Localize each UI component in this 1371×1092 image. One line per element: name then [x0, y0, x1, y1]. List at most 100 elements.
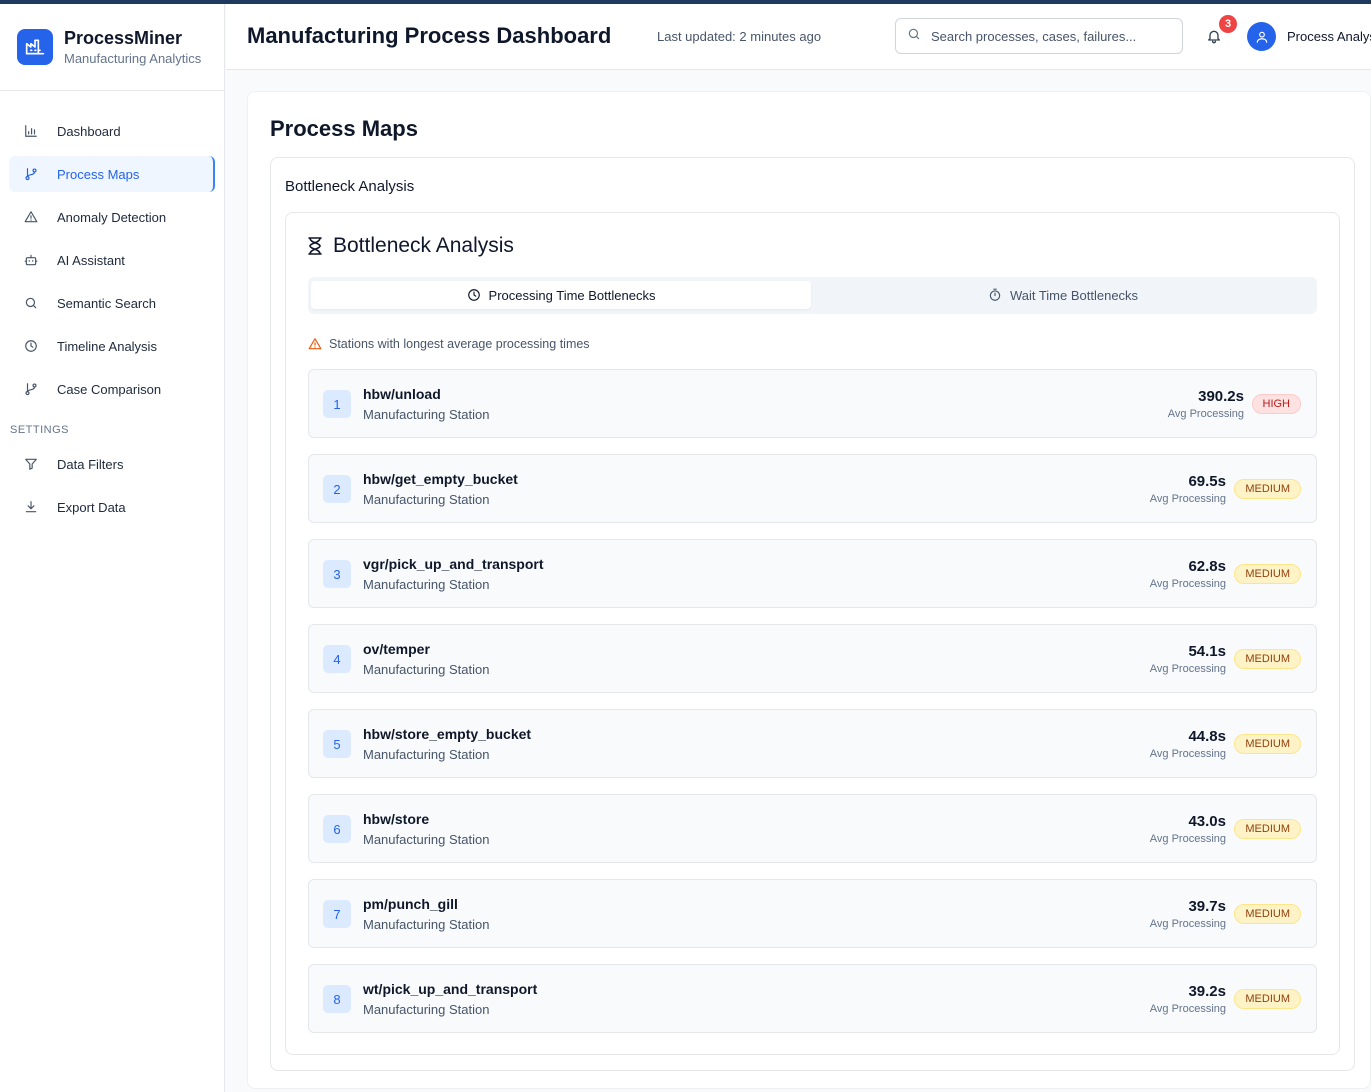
metric-value: 43.0s: [1188, 813, 1226, 830]
card-title: Bottleneck Analysis: [285, 178, 415, 195]
severity-badge: MEDIUM: [1234, 904, 1301, 924]
metric: 62.8s Avg Processing: [1150, 557, 1226, 591]
tab-wait-time[interactable]: Wait Time Bottlenecks: [813, 281, 1313, 309]
sidebar-item-timeline-analysis[interactable]: Timeline Analysis: [9, 328, 215, 364]
sidebar-item-case-comparison[interactable]: Case Comparison: [9, 371, 215, 407]
list-item[interactable]: 8 wt/pick_up_and_transport Manufacturing…: [308, 964, 1317, 1033]
metric-value: 39.2s: [1188, 983, 1226, 1000]
sidebar-item-ai-assistant[interactable]: AI Assistant: [9, 242, 215, 278]
sidebar-item-label: Case Comparison: [57, 381, 162, 397]
sidebar-item-label: Anomaly Detection: [57, 209, 167, 225]
metric-label: Avg Processing: [1149, 578, 1226, 590]
station-type: Manufacturing Station: [363, 747, 490, 762]
sidebar-item-label: Data Filters: [57, 456, 124, 472]
hint-text: Stations with longest average processing…: [329, 337, 590, 351]
station-type: Manufacturing Station: [363, 492, 490, 507]
sidebar-nav: Dashboard Process Maps Anomaly Detection…: [0, 91, 224, 525]
bottleneck-card: Bottleneck Analysis Bottleneck Analysis …: [270, 157, 1355, 1071]
severity-badge: MEDIUM: [1234, 819, 1301, 839]
factory-icon: [17, 29, 53, 65]
sidebar-item-process-maps[interactable]: Process Maps: [9, 156, 215, 192]
sidebar-item-semantic-search[interactable]: Semantic Search: [9, 285, 215, 321]
metric: 54.1s Avg Processing: [1150, 642, 1226, 676]
rank-badge: 3: [323, 560, 351, 588]
search-input[interactable]: [931, 28, 1171, 44]
metric: 39.2s Avg Processing: [1150, 982, 1226, 1016]
severity-badge: MEDIUM: [1234, 734, 1301, 754]
station-type: Manufacturing Station: [363, 662, 490, 677]
brand[interactable]: ProcessMiner Manufacturing Analytics: [0, 4, 224, 91]
tab-label: Processing Time Bottlenecks: [488, 287, 656, 303]
rank-badge: 7: [323, 900, 351, 928]
search-icon: [907, 27, 921, 46]
metric-value: 390.2s: [1198, 388, 1244, 405]
list-item[interactable]: 4 ov/temper Manufacturing Station 54.1s …: [308, 624, 1317, 693]
top-header: Manufacturing Process Dashboard Last upd…: [226, 4, 1371, 70]
station-type: Manufacturing Station: [363, 577, 490, 592]
sidebar-item-data-filters[interactable]: Data Filters: [9, 446, 215, 482]
rank-badge: 4: [323, 645, 351, 673]
metric-value: 39.7s: [1188, 898, 1226, 915]
rank-badge: 2: [323, 475, 351, 503]
search-icon: [23, 295, 39, 311]
bar-chart-icon: [23, 123, 39, 139]
git-branch-icon: [23, 381, 39, 397]
panel-title: Bottleneck Analysis: [333, 234, 514, 257]
sidebar-item-dashboard[interactable]: Dashboard: [9, 113, 215, 149]
station-type: Manufacturing Station: [363, 917, 490, 932]
user-name[interactable]: Process Analyst: [1287, 29, 1371, 44]
station-type: Manufacturing Station: [363, 1002, 490, 1017]
hourglass-icon: [308, 237, 324, 255]
notification-badge: 3: [1219, 15, 1237, 33]
search-box[interactable]: [895, 18, 1183, 54]
warning-triangle-icon: [308, 337, 322, 351]
timer-icon: [988, 288, 1002, 302]
download-icon: [23, 499, 39, 515]
station-type: Manufacturing Station: [363, 407, 490, 422]
rank-badge: 1: [323, 390, 351, 418]
station-name: pm/punch_gill: [363, 896, 458, 912]
severity-badge: MEDIUM: [1234, 479, 1301, 499]
sidebar-item-export-data[interactable]: Export Data: [9, 489, 215, 525]
clock-icon: [23, 338, 39, 354]
sidebar-item-anomaly-detection[interactable]: Anomaly Detection: [9, 199, 215, 235]
station-name: hbw/store: [363, 811, 430, 827]
section-title: Process Maps: [270, 116, 418, 141]
list-item[interactable]: 2 hbw/get_empty_bucket Manufacturing Sta…: [308, 454, 1317, 523]
list-item[interactable]: 7 pm/punch_gill Manufacturing Station 39…: [308, 879, 1317, 948]
tab-label: Wait Time Bottlenecks: [1009, 287, 1139, 303]
app-name: ProcessMiner: [64, 27, 183, 48]
list-item[interactable]: 6 hbw/store Manufacturing Station 43.0s …: [308, 794, 1317, 863]
tab-processing-time[interactable]: Processing Time Bottlenecks: [311, 281, 811, 309]
app-subtitle: Manufacturing Analytics: [64, 50, 202, 66]
panel-title-row: Bottleneck Analysis: [308, 234, 514, 258]
settings-heading: SETTINGS: [10, 424, 70, 436]
metric-value: 44.8s: [1188, 728, 1226, 745]
bottleneck-panel: Bottleneck Analysis Processing Time Bott…: [285, 212, 1340, 1055]
main-panel: Process Maps Bottleneck Analysis Bottlen…: [247, 91, 1371, 1089]
filter-icon: [23, 456, 39, 472]
metric-value: 62.8s: [1188, 558, 1226, 575]
sidebar-item-label: Semantic Search: [57, 295, 156, 311]
metric: 44.8s Avg Processing: [1150, 727, 1226, 761]
station-type: Manufacturing Station: [363, 832, 490, 847]
metric-label: Avg Processing: [1149, 663, 1226, 675]
station-name: hbw/get_empty_bucket: [363, 471, 518, 487]
sidebar-item-label: Dashboard: [57, 123, 121, 139]
metric: 390.2s Avg Processing: [1168, 387, 1244, 421]
metric-value: 69.5s: [1188, 473, 1226, 490]
station-name: hbw/unload: [363, 386, 441, 402]
sidebar-item-label: AI Assistant: [57, 252, 125, 268]
list-item[interactable]: 1 hbw/unload Manufacturing Station 390.2…: [308, 369, 1317, 438]
metric-label: Avg Processing: [1149, 1003, 1226, 1015]
git-branch-icon: [23, 166, 39, 182]
robot-icon: [23, 252, 39, 268]
metric-value: 54.1s: [1188, 643, 1226, 660]
last-updated-text: Last updated: 2 minutes ago: [657, 29, 822, 44]
avatar[interactable]: [1247, 22, 1276, 51]
metric-label: Avg Processing: [1167, 408, 1244, 420]
list-item[interactable]: 5 hbw/store_empty_bucket Manufacturing S…: [308, 709, 1317, 778]
station-name: ov/temper: [363, 641, 430, 657]
list-item[interactable]: 3 vgr/pick_up_and_transport Manufacturin…: [308, 539, 1317, 608]
metric-label: Avg Processing: [1149, 493, 1226, 505]
